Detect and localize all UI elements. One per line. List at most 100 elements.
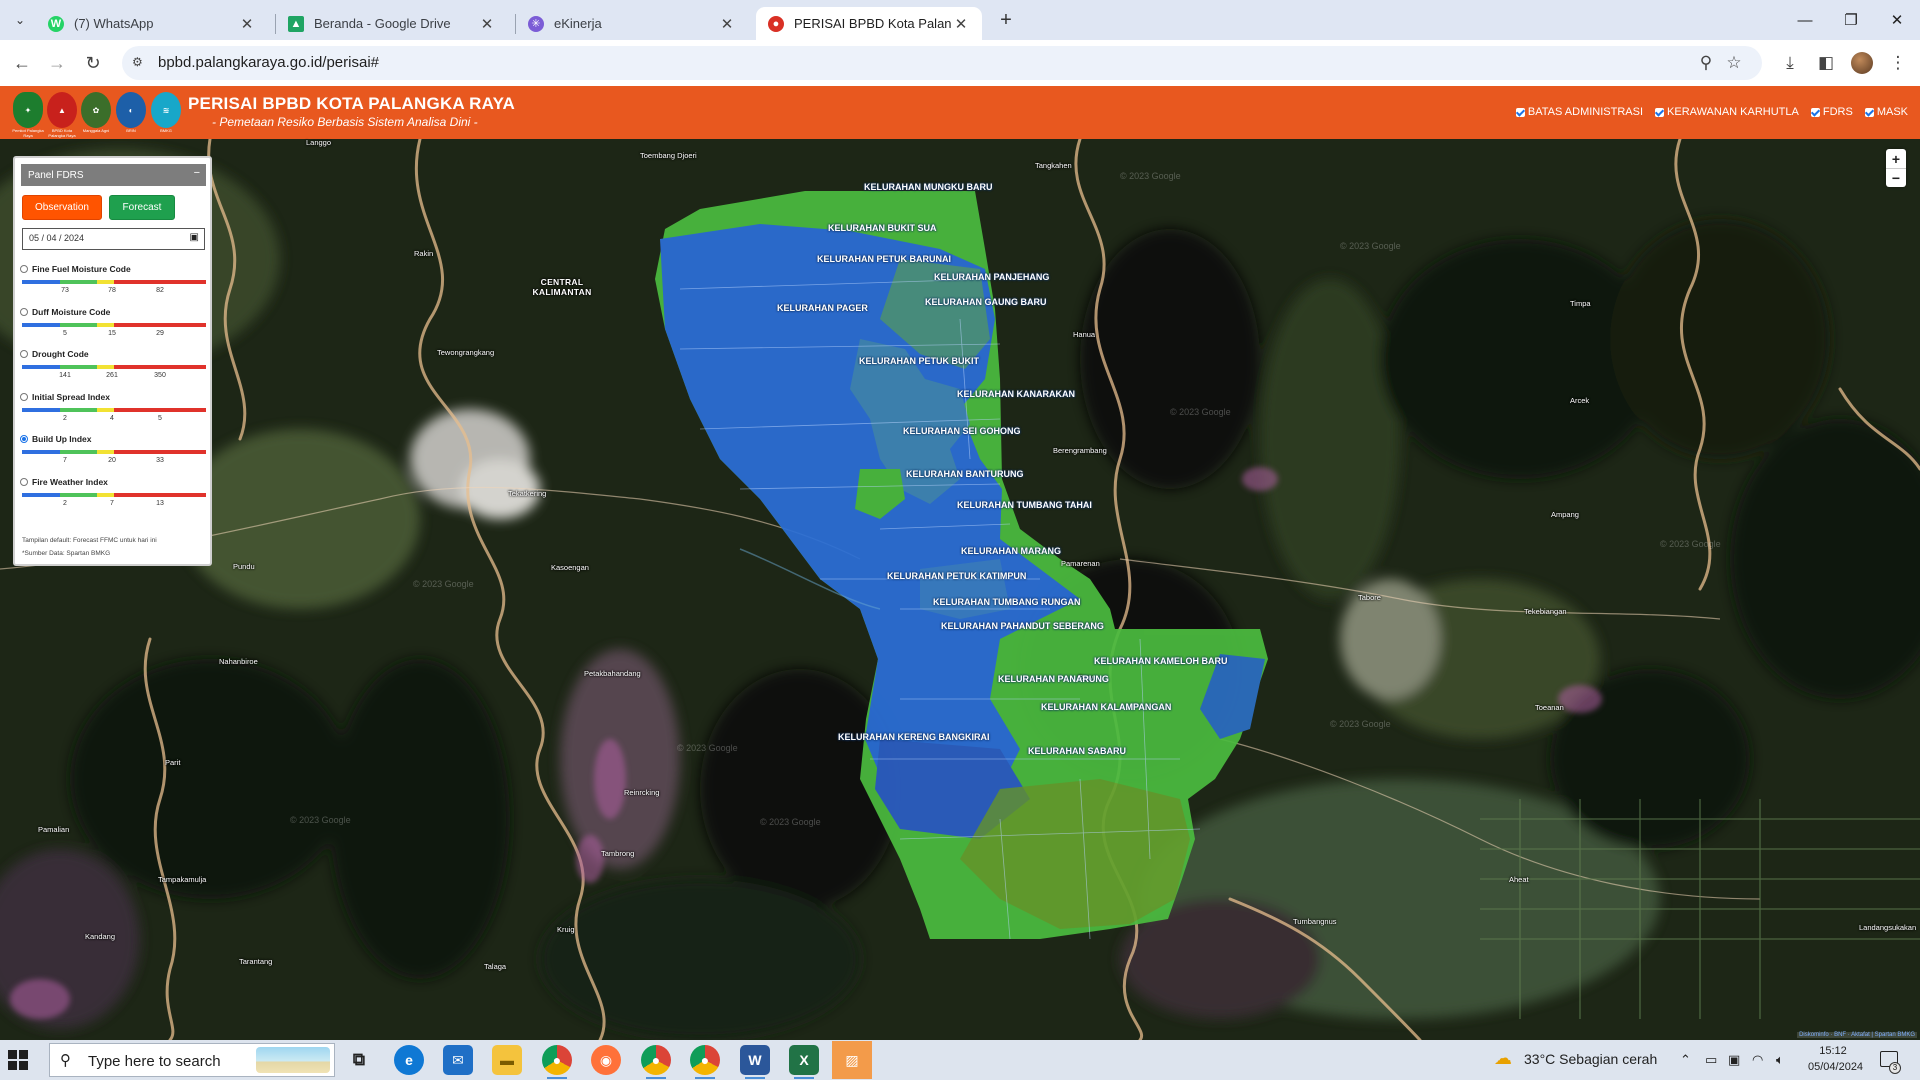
kelurahan-label[interactable]: KELURAHAN SABARU (1028, 746, 1126, 756)
kelurahan-label[interactable]: KELURAHAN GAUNG BARU (925, 297, 1047, 307)
checkbox-checked-icon[interactable] (1655, 107, 1665, 117)
bookmark-star-icon[interactable]: ☆ (1722, 51, 1746, 75)
zoom-in-button[interactable]: + (1886, 149, 1906, 168)
kelurahan-label[interactable]: KELURAHAN BANTURUNG (906, 469, 1024, 479)
index-radio[interactable] (20, 477, 28, 486)
volume-icon[interactable]: 🔈︎ (1776, 1052, 1784, 1068)
chrome-profile-2-icon[interactable]: ● (641, 1045, 671, 1075)
close-icon[interactable]: ✕ (478, 15, 496, 33)
task-view-icon[interactable]: ⧉ (344, 1045, 374, 1075)
index-option-duff-moisture-code[interactable]: Duff Moisture Code 5 15 29 (20, 306, 206, 348)
kelurahan-label[interactable]: KELURAHAN PAGER (777, 303, 868, 313)
tab-ekinerja[interactable]: ✳ eKinerja ✕ (516, 7, 748, 40)
profile-avatar[interactable] (1851, 52, 1873, 74)
zoom-magnifier-icon[interactable]: ⚲ (1694, 51, 1718, 75)
index-radio[interactable] (20, 392, 28, 401)
reload-icon[interactable]: ↻ (80, 50, 106, 76)
tab-google-drive[interactable]: ▲ Beranda - Google Drive ✕ (276, 7, 508, 40)
calendar-icon[interactable]: ▣ (190, 232, 199, 243)
layer-toggle-fdrs[interactable]: FDRS (1810, 106, 1853, 118)
index-option-fire-weather-index[interactable]: Fire Weather Index 2 7 13 (20, 477, 206, 518)
forward-arrow-icon[interactable]: → (44, 50, 70, 76)
kelurahan-label[interactable]: KELURAHAN KERENG BANGKIRAI (838, 732, 990, 742)
kelurahan-label[interactable]: KELURAHAN MARANG (961, 546, 1061, 556)
tab-whatsapp[interactable]: W (7) WhatsApp ✕ (36, 7, 268, 40)
kelurahan-label[interactable]: KELURAHAN PETUK BUKIT (859, 356, 979, 366)
word-icon[interactable]: W (740, 1045, 770, 1075)
url-text[interactable]: bpbd.palangkaraya.go.id/perisai# (158, 54, 379, 71)
kelurahan-label[interactable]: KELURAHAN TUMBANG TAHAI (957, 500, 1092, 510)
date-input[interactable]: 05 / 04 / 2024 ▣ (22, 228, 205, 250)
mail-icon[interactable]: ✉ (443, 1045, 473, 1075)
checkbox-checked-icon[interactable] (1864, 107, 1874, 117)
file-explorer-icon[interactable]: ▬ (492, 1045, 522, 1075)
meet-now-icon[interactable]: ▣ (1728, 1052, 1740, 1068)
new-tab-button[interactable]: + (994, 8, 1018, 32)
index-radio[interactable] (20, 435, 28, 443)
battery-icon[interactable]: ▭ (1705, 1052, 1717, 1068)
side-panel-icon[interactable]: ◧ (1814, 51, 1838, 75)
kelurahan-label[interactable]: KELURAHAN PANJEHANG (934, 272, 1049, 282)
close-icon[interactable]: ✕ (718, 15, 736, 33)
close-window-icon[interactable]: ✕ (1874, 6, 1920, 34)
observation-button[interactable]: Observation (22, 195, 102, 220)
zoom-out-button[interactable]: − (1886, 168, 1906, 187)
index-option-initial-spread-index[interactable]: Initial Spread Index 2 4 5 (20, 392, 206, 433)
forecast-button[interactable]: Forecast (109, 195, 175, 220)
wifi-icon[interactable]: ◠ (1752, 1052, 1763, 1068)
index-radio[interactable] (20, 350, 28, 358)
taskbar-clock[interactable]: 15:12 05/04/2024 (1808, 1043, 1863, 1075)
map-attribution[interactable]: Diskominfo · BNF · Aktafat | Spartan BMK… (1797, 1032, 1917, 1038)
kelurahan-label[interactable]: KELURAHAN BUKIT SUA (828, 223, 937, 233)
edge-icon[interactable]: e (394, 1045, 424, 1075)
browser-menu-icon[interactable]: ⋮ (1886, 51, 1910, 75)
kelurahan-label[interactable]: KELURAHAN TUMBANG RUNGAN (933, 597, 1081, 607)
index-option-build-up-index[interactable]: Build Up Index 7 20 33 (20, 434, 206, 475)
address-bar[interactable]: ⚙ bpbd.palangkaraya.go.id/perisai# ⚲ ☆ (122, 46, 1762, 80)
map-canvas[interactable]: Langgo Toembang Djoeri Tangkahen Rakin C… (0, 138, 1920, 1040)
kelurahan-label[interactable]: KELURAHAN PETUK KATIMPUN (887, 571, 1026, 581)
kelurahan-label[interactable]: KELURAHAN KANARAKAN (957, 389, 1075, 399)
weather-text[interactable]: 33°C Sebagian cerah (1524, 1051, 1657, 1067)
index-name: Duff Moisture Code (32, 306, 111, 317)
index-color-scale (22, 322, 206, 327)
kelurahan-label[interactable]: KELURAHAN MUNGKU BARU (864, 182, 993, 192)
firefox-icon[interactable]: ◉ (591, 1045, 621, 1075)
kelurahan-label[interactable]: KELURAHAN KALAMPANGAN (1041, 702, 1171, 712)
minimize-icon[interactable]: − (194, 167, 200, 179)
kelurahan-label[interactable]: KELURAHAN PAHANDUT SEBERANG (941, 621, 1104, 631)
tray-chevron-up-icon[interactable]: ⌃ (1680, 1052, 1691, 1068)
index-option-drought-code[interactable]: Drought Code 141 261 350 (20, 349, 206, 390)
site-info-icon[interactable]: ⚙ (132, 55, 148, 71)
place-label: Tumbangnus (1293, 917, 1337, 926)
minimize-window-icon[interactable]: — (1782, 6, 1828, 34)
checkbox-checked-icon[interactable] (1515, 107, 1525, 117)
kelurahan-label[interactable]: KELURAHAN PANARUNG (998, 674, 1109, 684)
weather-icon[interactable]: ☁ (1494, 1048, 1512, 1069)
kelurahan-label[interactable]: KELURAHAN SEI GOHONG (903, 426, 1021, 436)
close-icon[interactable]: ✕ (238, 15, 256, 33)
index-radio[interactable] (20, 265, 28, 273)
taskbar-search-box[interactable]: ⚲ Type here to search (49, 1043, 335, 1077)
checkbox-checked-icon[interactable] (1810, 107, 1820, 117)
map-watermark: © 2023 Google (413, 579, 474, 589)
layer-toggle-batas-administrasi[interactable]: BATAS ADMINISTRASI (1515, 106, 1643, 118)
photos-app-icon[interactable]: ▨ (832, 1041, 872, 1079)
excel-icon[interactable]: X (789, 1045, 819, 1075)
windows-start-icon[interactable] (8, 1050, 28, 1070)
kelurahan-label[interactable]: KELURAHAN PETUK BARUNAI (817, 254, 951, 264)
tab-search-icon[interactable]: ⌄ (8, 8, 32, 32)
layer-toggle-mask[interactable]: MASK (1864, 106, 1908, 118)
map-watermark: © 2023 Google (677, 743, 738, 753)
chrome-icon[interactable]: ● (542, 1045, 572, 1075)
layer-toggle-kerawanan-karhutla[interactable]: KERAWANAN KARHUTLA (1655, 106, 1799, 118)
download-icon[interactable]: ⤓ (1778, 51, 1802, 75)
index-option-fine-fuel-moisture-code[interactable]: Fine Fuel Moisture Code 73 78 82 (20, 264, 206, 305)
chrome-profile-3-icon[interactable]: ● (690, 1045, 720, 1075)
back-arrow-icon[interactable]: ← (9, 50, 35, 76)
kelurahan-label[interactable]: KELURAHAN KAMELOH BARU (1094, 656, 1228, 666)
tab-perisai[interactable]: ● PERISAI BPBD Kota Palangka Ra ✕ (756, 7, 982, 40)
restore-window-icon[interactable]: ❐ (1828, 6, 1874, 34)
index-radio[interactable] (20, 307, 28, 316)
close-icon[interactable]: ✕ (952, 15, 970, 33)
